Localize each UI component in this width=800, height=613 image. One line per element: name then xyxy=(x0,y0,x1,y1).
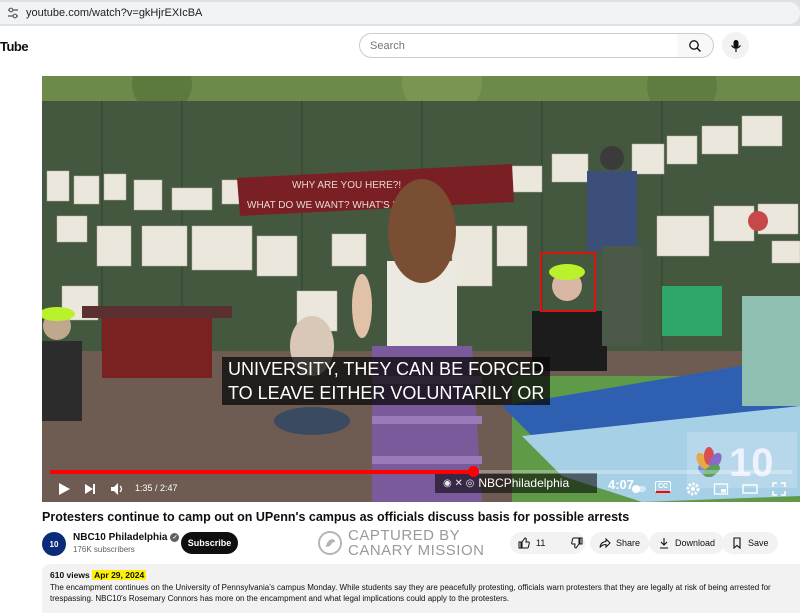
description-text: The encampment continues on the Universi… xyxy=(50,583,771,603)
caption-line-1: UNIVERSITY, THEY CAN BE FORCED xyxy=(222,357,551,381)
site-settings-icon[interactable] xyxy=(6,6,20,20)
like-button[interactable]: 11 xyxy=(510,532,553,554)
thumbs-up-icon xyxy=(518,537,530,549)
search-box[interactable] xyxy=(359,33,678,58)
time-display: 1:35 / 2:47 xyxy=(135,483,178,493)
player-controls: 1:35 / 2:47 xyxy=(42,476,800,502)
microphone-icon xyxy=(730,39,741,52)
canary-mission-watermark: CAPTURED BY CANARY MISSION xyxy=(318,528,484,558)
upload-date: Apr 29, 2024 xyxy=(92,570,147,580)
thumbs-down-icon xyxy=(571,537,583,549)
play-icon[interactable] xyxy=(56,481,72,497)
share-icon xyxy=(599,537,611,549)
view-date-row: 610 views Apr 29, 2024 xyxy=(50,570,792,580)
youtube-header: Tube xyxy=(0,26,800,70)
search-icon xyxy=(689,39,701,52)
url-text[interactable]: youtube.com/watch?v=gkHjrEXIcBA xyxy=(26,7,202,19)
subscriber-count: 176K subscribers xyxy=(73,545,135,554)
captions-button[interactable]: CC xyxy=(655,481,671,493)
progress-bar[interactable] xyxy=(50,466,792,477)
youtube-logo[interactable]: Tube xyxy=(0,39,29,54)
view-count: 610 views xyxy=(50,570,90,580)
miniplayer-icon[interactable] xyxy=(713,481,729,497)
search-button[interactable] xyxy=(677,33,714,58)
bookmark-icon xyxy=(733,537,741,549)
share-button[interactable]: Share xyxy=(590,532,650,554)
verified-check-icon: ✓ xyxy=(170,533,180,542)
download-icon xyxy=(660,538,668,549)
video-caption: UNIVERSITY, THEY CAN BE FORCED TO LEAVE … xyxy=(222,357,551,405)
video-title: Protesters continue to camp out on UPenn… xyxy=(42,510,630,524)
like-dislike-group: 11 xyxy=(510,532,585,554)
video-player[interactable]: WHY ARE YOU HERE?! WHAT DO WE WANT? WHAT… xyxy=(42,76,800,502)
share-label: Share xyxy=(616,538,641,548)
dislike-button[interactable] xyxy=(563,532,591,554)
fullscreen-icon[interactable] xyxy=(771,481,787,497)
like-count: 11 xyxy=(536,538,546,548)
subscribe-button[interactable]: Subscribe xyxy=(181,532,238,554)
banner-line-1: WHY ARE YOU HERE?! xyxy=(292,180,401,191)
download-label: Download xyxy=(675,538,716,548)
save-button[interactable]: Save xyxy=(722,532,778,554)
save-label: Save xyxy=(748,538,769,548)
channel-name-row[interactable]: NBC10 Philadelphia ✓ xyxy=(73,532,180,543)
clip-time-overlay: 4:07 xyxy=(608,477,635,492)
channel-name[interactable]: NBC10 Philadelphia xyxy=(73,532,167,543)
description-box[interactable]: 610 views Apr 29, 2024 The encampment co… xyxy=(42,564,800,613)
next-icon[interactable] xyxy=(82,481,98,497)
search-input[interactable] xyxy=(370,39,660,52)
canary-bird-icon xyxy=(318,531,342,555)
caption-line-2: TO LEAVE EITHER VOLUNTARILY OR xyxy=(222,381,551,405)
address-pill[interactable]: youtube.com/watch?v=gkHjrEXIcBA xyxy=(0,2,800,24)
progress-fill xyxy=(50,470,473,474)
canary-line-2: CANARY MISSION xyxy=(348,542,485,559)
voice-search-button[interactable] xyxy=(722,32,749,59)
volume-icon[interactable] xyxy=(109,481,125,497)
settings-gear-icon[interactable] xyxy=(685,481,701,497)
theater-mode-icon[interactable] xyxy=(742,481,758,497)
channel-avatar[interactable]: 10 xyxy=(42,532,66,556)
highlight-box xyxy=(540,252,596,312)
canary-line-1: CAPTURED BY xyxy=(348,527,461,544)
download-button[interactable]: Download xyxy=(649,532,725,554)
browser-address-bar: youtube.com/watch?v=gkHjrEXIcBA xyxy=(0,0,800,26)
canary-text: CAPTURED BY CANARY MISSION xyxy=(348,528,484,558)
